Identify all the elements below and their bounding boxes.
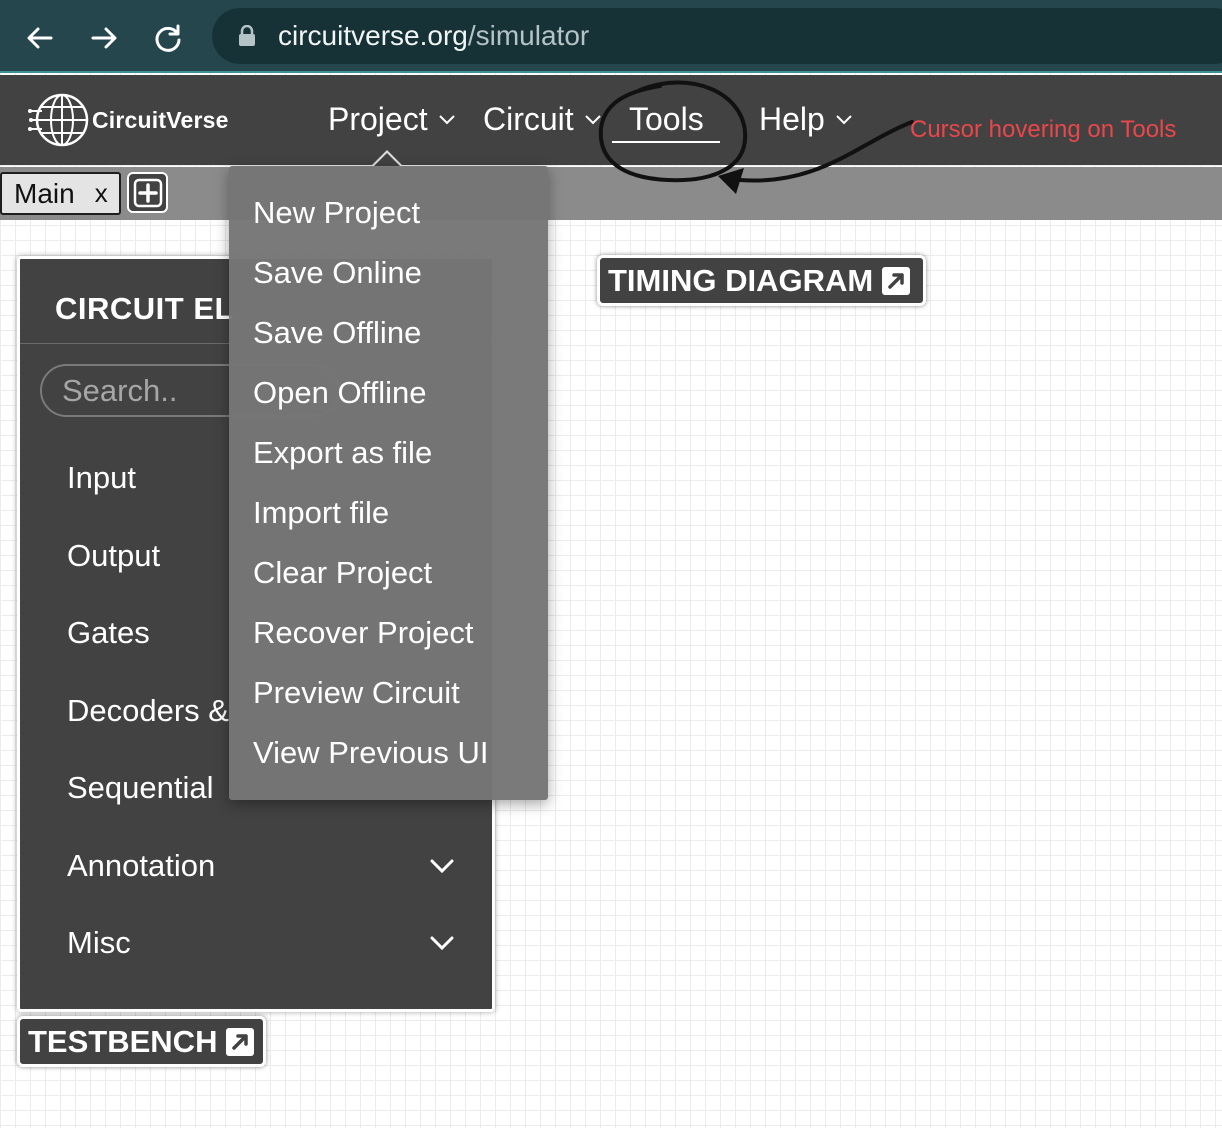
address-bar[interactable]: circuitverse.org/simulator [212,8,1222,64]
forward-arrow-icon [91,27,117,49]
url-host: circuitverse.org [278,20,468,51]
testbench-label: TESTBENCH [28,1023,218,1059]
menu-tools-label: Tools [629,100,704,137]
menu-item-preview-circuit[interactable]: Preview Circuit [253,671,460,715]
menu-project[interactable]: Project [328,99,456,139]
reload-icon [155,24,181,52]
category-gates[interactable]: Gates [67,610,150,656]
external-link-icon [882,266,911,295]
dropdown-caret-inner [374,153,400,166]
chevron-down-icon [438,115,455,125]
chevron-down-icon [584,115,601,125]
menu-item-new-project[interactable]: New Project [253,191,420,235]
external-link-icon [226,1027,255,1056]
menu-circuit[interactable]: Circuit [483,99,602,139]
category-output[interactable]: Output [67,533,160,579]
menu-project-label: Project [328,100,428,137]
reload-button[interactable] [148,18,188,58]
add-tab-button[interactable] [127,172,168,213]
testbench-button[interactable]: TESTBENCH [17,1016,266,1067]
plus-square-icon [133,178,162,207]
menu-item-open-offline[interactable]: Open Offline [253,371,426,415]
lock-icon [239,25,255,46]
menu-item-clear-project[interactable]: Clear Project [253,551,432,595]
chevron-down-icon[interactable] [428,857,456,875]
tab-main-label: Main [14,177,75,209]
brand-name: CircuitVerse [92,106,229,133]
category-decoders[interactable]: Decoders & [67,688,229,734]
menu-help-label: Help [759,100,825,137]
chevron-down-icon [836,115,852,125]
tab-close-button[interactable]: x [95,178,108,209]
project-dropdown-menu: New Project Save Online Save Offline Ope… [229,166,548,800]
menu-tools[interactable]: Tools [629,99,704,139]
menu-item-save-online[interactable]: Save Online [253,251,422,295]
annotation-label: Cursor hovering on Tools [910,116,1177,143]
timing-diagram-label: TIMING DIAGRAM [608,262,874,298]
chevron-down-icon[interactable] [428,934,456,952]
menu-item-export-file[interactable]: Export as file [253,431,432,475]
timing-diagram-button[interactable]: TIMING DIAGRAM [597,255,926,306]
back-button[interactable] [20,18,60,58]
forward-button[interactable] [84,18,124,58]
circuit-tab-bar: Main x [0,167,1222,220]
category-sequential[interactable]: Sequential [67,765,214,811]
menu-circuit-label: Circuit [483,100,574,137]
menu-item-save-offline[interactable]: Save Offline [253,311,421,355]
brand-logo[interactable]: CircuitVerse [28,89,229,151]
menu-item-import-file[interactable]: Import file [253,491,389,535]
circuitverse-logo-icon [28,93,89,147]
category-annotation[interactable]: Annotation [67,843,215,889]
menu-item-recover-project[interactable]: Recover Project [253,611,474,655]
menu-item-view-previous-ui[interactable]: View Previous UI [253,731,488,775]
menu-help[interactable]: Help [759,99,853,139]
browser-toolbar: circuitverse.org/simulator [0,0,1222,73]
tools-hover-underline [612,141,720,143]
url-path: /simulator [467,20,590,51]
category-input[interactable]: Input [67,455,136,501]
tab-main[interactable]: Main x [0,172,121,215]
back-arrow-icon [27,27,53,49]
category-misc[interactable]: Misc [67,920,131,966]
panel-title: CIRCUIT EL [55,291,234,326]
